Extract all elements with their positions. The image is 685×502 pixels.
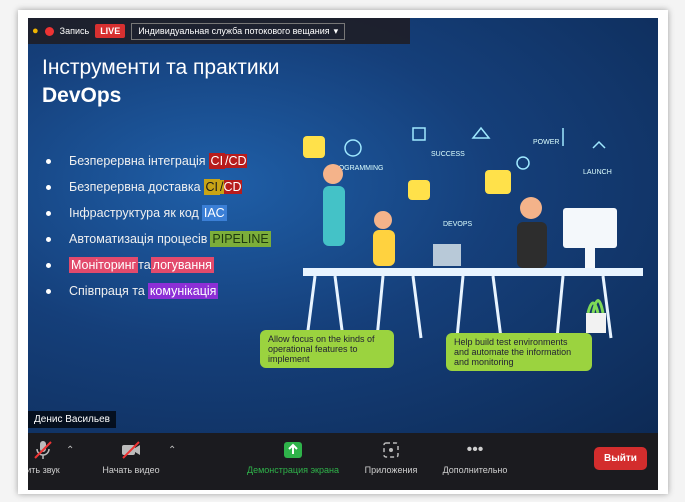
security-icon: ● [32, 25, 39, 37]
slide-subtitle: DevOps [42, 84, 122, 107]
more-button[interactable]: ••• Дополнительно [430, 439, 520, 475]
chevron-up-icon[interactable]: ⌃ [168, 445, 176, 456]
live-badge[interactable]: LIVE [95, 24, 126, 38]
more-label: Дополнительно [442, 465, 508, 475]
note-left: Allow focus on the kinds of operational … [260, 330, 394, 368]
share-screen-icon [284, 442, 302, 458]
share-screen-label: Демонстрация экрана [247, 465, 339, 475]
bullet-item: Автоматизація процесів PIPELINE [46, 226, 271, 252]
svg-text:POWER: POWER [533, 139, 559, 146]
apps-icon [383, 442, 399, 458]
shared-slide: Інструменти та практики DevOps Безперерв… [28, 18, 658, 433]
recording-bar: ● Запись LIVE Индивидуальная служба пото… [28, 18, 410, 44]
bullet-item: Безперервна інтеграція CI / CD [46, 148, 271, 174]
record-icon [44, 26, 54, 36]
chevron-down-icon: ▾ [333, 25, 339, 36]
note-right: Help build test environments and automat… [446, 333, 592, 371]
stream-service-dropdown[interactable]: Индивидуальная служба потокового вещания… [131, 22, 346, 40]
share-screen-button[interactable]: Демонстрация экрана [238, 439, 348, 475]
start-video-button[interactable]: Начать видео [86, 439, 176, 475]
bullet-list: Безперервна інтеграція CI / CD Безперервна … [46, 148, 271, 304]
svg-text:DEVOPS: DEVOPS [443, 221, 473, 228]
leave-button[interactable]: Выйти [594, 447, 647, 470]
svg-text:SUCCESS: SUCCESS [431, 151, 465, 158]
mute-button[interactable]: ить звук [28, 439, 88, 475]
chevron-up-icon[interactable]: ⌃ [66, 445, 74, 456]
apps-label: Приложения [364, 465, 418, 475]
apps-button[interactable]: Приложения [346, 439, 436, 475]
microphone-muted-icon [34, 441, 52, 459]
svg-text:LAUNCH: LAUNCH [583, 169, 612, 176]
bullet-item: Моніторинг та логування [46, 252, 271, 278]
stream-service-label: Индивидуальная служба потокового вещания [138, 26, 330, 36]
bullet-item: Безперервна доставка CI / CD [46, 174, 271, 200]
bullet-item: Співпраця та комунікація [46, 278, 271, 304]
more-icon: ••• [466, 441, 484, 458]
meeting-window: Інструменти та практики DevOps Безперерв… [28, 18, 658, 490]
record-label: Запись [59, 26, 90, 36]
slide-title: Інструменти та практики [42, 56, 280, 79]
mute-label: ить звук [28, 465, 60, 475]
video-off-icon [122, 441, 140, 459]
meeting-toolbar: ить звук ⌃ Начать видео ⌃ Демонстрация э… [28, 433, 658, 490]
start-video-label: Начать видео [102, 465, 160, 475]
bullet-item: Інфраструктура як код IAC [46, 200, 271, 226]
participant-name-tag: Денис Васильев [28, 411, 116, 428]
